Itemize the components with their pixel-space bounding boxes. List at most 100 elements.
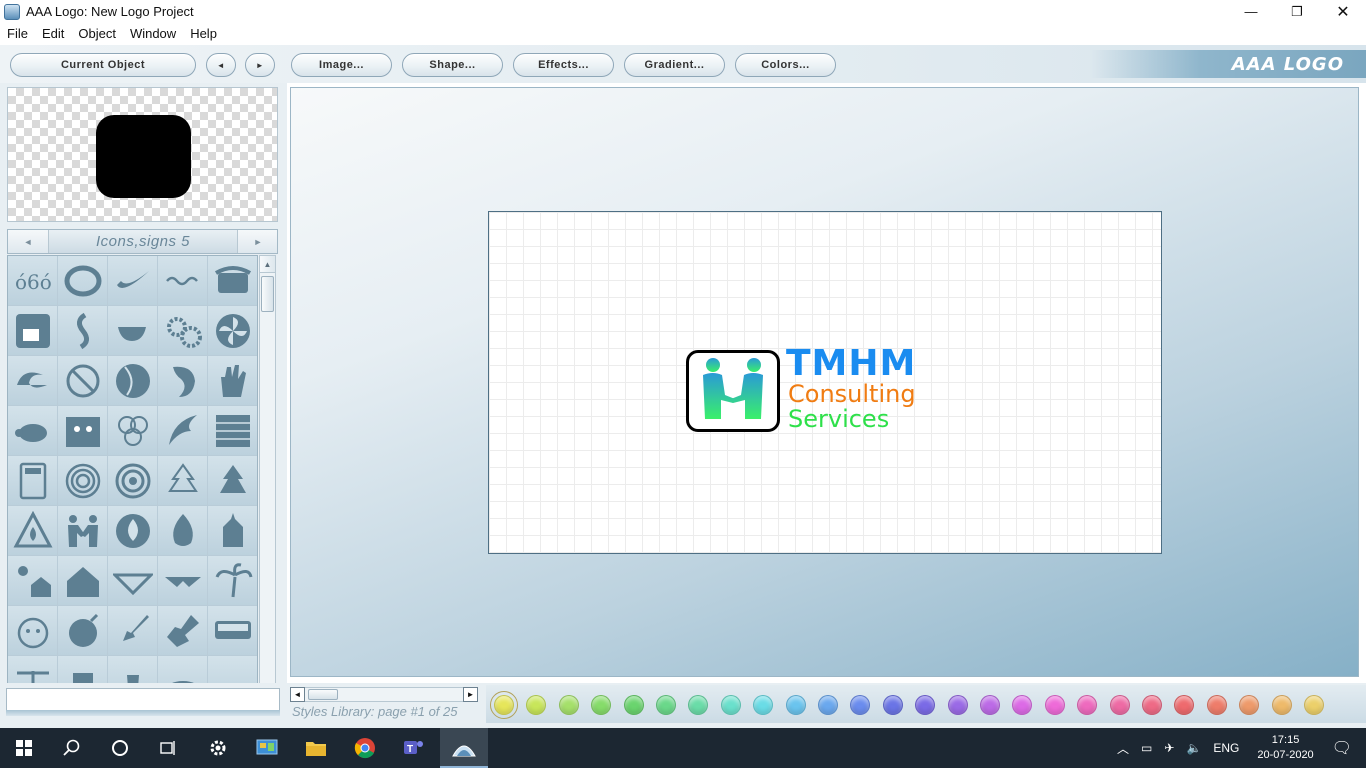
logo-canvas[interactable]: TMHM Consulting Services (488, 211, 1162, 554)
icon-cell[interactable] (58, 306, 108, 356)
close-button[interactable]: ✕ (1320, 0, 1366, 23)
icon-cell[interactable] (58, 606, 108, 656)
icon-cell[interactable] (208, 506, 257, 556)
icon-cell[interactable] (108, 506, 158, 556)
aaa-logo-taskbar-button[interactable] (440, 728, 488, 768)
icon-cell[interactable] (58, 406, 108, 456)
task-view-button[interactable] (144, 728, 192, 768)
icon-cell[interactable] (108, 256, 158, 306)
colors-button[interactable]: Colors... (735, 53, 836, 77)
logo-subtitle-consulting[interactable]: Consulting (788, 381, 916, 407)
notification-icon[interactable]: 🗨 (1332, 738, 1352, 758)
restore-button[interactable]: ❐ (1274, 0, 1320, 23)
color-swatch[interactable] (850, 695, 871, 715)
color-swatch[interactable] (882, 695, 903, 715)
category-next-button[interactable]: ► (238, 230, 278, 253)
handshake-logo-mark[interactable] (686, 350, 780, 432)
icon-cell[interactable] (108, 306, 158, 356)
menu-window[interactable]: Window (123, 26, 183, 41)
icon-cell[interactable] (58, 556, 108, 606)
color-swatch[interactable] (1174, 695, 1195, 715)
color-swatch[interactable] (1206, 695, 1227, 715)
color-swatch[interactable] (656, 695, 676, 715)
logo-title-text[interactable]: TMHM (786, 346, 916, 382)
icon-cell[interactable] (8, 406, 58, 456)
icon-cell[interactable] (158, 506, 208, 556)
icon-cell[interactable] (158, 356, 208, 406)
icon-cell[interactable] (58, 456, 108, 506)
color-swatch[interactable] (980, 695, 1000, 715)
menu-edit[interactable]: Edit (35, 26, 71, 41)
icon-cell[interactable] (208, 606, 257, 656)
show-hidden-icons-button[interactable]: ︿ (1117, 740, 1129, 757)
icon-cell[interactable] (8, 306, 58, 356)
text-input[interactable] (6, 688, 280, 712)
effects-button[interactable]: Effects... (513, 53, 614, 77)
chrome-button[interactable] (341, 728, 389, 768)
icon-cell[interactable] (208, 306, 257, 356)
icon-cell[interactable] (108, 356, 158, 406)
teams-button[interactable]: T (390, 728, 438, 768)
settings-taskbar-button[interactable] (194, 728, 242, 768)
file-explorer-button[interactable] (292, 728, 340, 768)
icon-cell[interactable] (58, 356, 108, 406)
styles-scroll-thumb[interactable] (308, 689, 338, 700)
icon-cell[interactable] (108, 606, 158, 656)
styles-scrollbar[interactable]: ◄ ► (290, 687, 478, 702)
scroll-up-button[interactable]: ▲ (260, 256, 275, 273)
menu-help[interactable]: Help (183, 26, 224, 41)
icon-cell[interactable] (58, 506, 108, 556)
color-swatch[interactable] (526, 695, 547, 715)
color-swatch[interactable] (947, 695, 968, 715)
icon-cell[interactable] (108, 456, 158, 506)
color-swatch[interactable] (688, 695, 709, 715)
windows-start-button[interactable] (0, 728, 48, 768)
color-swatch[interactable] (490, 691, 518, 719)
color-swatch[interactable] (591, 695, 612, 715)
color-swatch[interactable] (1012, 695, 1033, 715)
current-object-button[interactable]: Current Object (10, 53, 196, 77)
menu-file[interactable]: File (0, 26, 35, 41)
next-object-button[interactable]: ► (245, 53, 275, 77)
control-panel-button[interactable] (243, 728, 291, 768)
color-swatch[interactable] (1271, 695, 1292, 715)
icon-cell[interactable] (158, 606, 208, 656)
prev-object-button[interactable]: ◄ (206, 53, 236, 77)
icon-cell[interactable] (58, 256, 108, 306)
icon-cell[interactable] (8, 556, 58, 606)
color-swatch[interactable] (1304, 695, 1324, 715)
color-swatch[interactable] (915, 695, 936, 715)
styles-scroll-left-button[interactable]: ◄ (290, 687, 305, 702)
scroll-thumb[interactable] (261, 276, 274, 312)
color-swatch[interactable] (785, 695, 806, 715)
color-swatch[interactable] (1142, 695, 1162, 715)
color-swatch[interactable] (623, 695, 644, 715)
icon-cell[interactable] (158, 256, 208, 306)
icon-cell[interactable] (158, 306, 208, 356)
menu-object[interactable]: Object (71, 26, 123, 41)
search-button[interactable] (48, 728, 96, 768)
image-button[interactable]: Image... (291, 53, 392, 77)
icon-cell[interactable] (108, 406, 158, 456)
color-swatch[interactable] (1239, 695, 1260, 715)
shape-button[interactable]: Shape... (402, 53, 503, 77)
icon-cell[interactable]: ó6ó (8, 256, 58, 306)
color-swatch[interactable] (720, 695, 741, 715)
icon-cell[interactable] (208, 356, 257, 406)
volume-icon[interactable]: 🔈 (1186, 741, 1201, 755)
icon-cell[interactable] (108, 556, 158, 606)
icon-cell[interactable] (8, 456, 58, 506)
color-swatch[interactable] (1109, 695, 1130, 715)
icon-cell[interactable] (158, 556, 208, 606)
color-swatch[interactable] (1077, 695, 1098, 715)
gradient-button[interactable]: Gradient... (624, 53, 725, 77)
icon-cell[interactable] (208, 456, 257, 506)
airplane-mode-icon[interactable]: ✈ (1164, 741, 1174, 755)
icon-cell[interactable] (8, 506, 58, 556)
minimize-button[interactable]: — (1228, 0, 1274, 23)
color-swatch[interactable] (818, 695, 838, 715)
battery-icon[interactable]: ▭ (1141, 741, 1152, 755)
category-prev-button[interactable]: ◄ (8, 230, 48, 253)
icon-cell[interactable] (158, 456, 208, 506)
icon-cell[interactable] (208, 256, 257, 306)
